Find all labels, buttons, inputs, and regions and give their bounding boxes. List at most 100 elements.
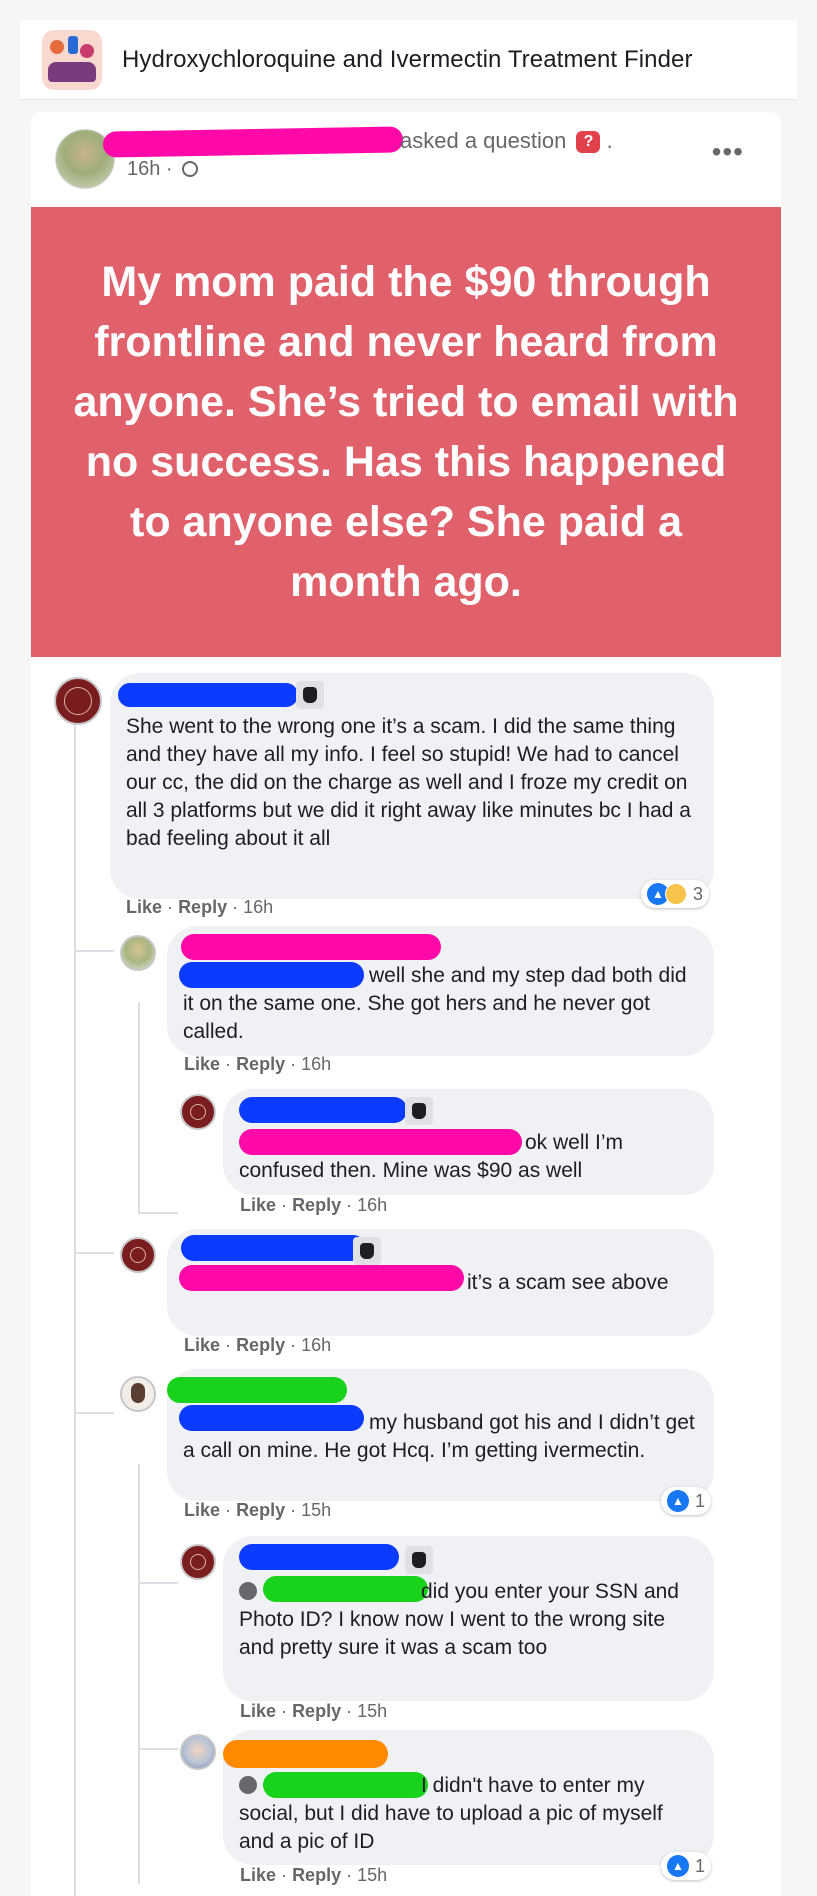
reply-button[interactable]: Reply — [292, 1195, 341, 1215]
redaction-mark — [181, 1235, 366, 1261]
question-icon: ? — [576, 131, 601, 153]
comment-time[interactable]: 16h — [243, 897, 273, 917]
thread-line — [74, 724, 76, 1896]
more-options-icon[interactable]: ••• — [712, 136, 744, 168]
like-button[interactable]: Like — [126, 897, 162, 917]
comment-bubble: She went to the wrong one it’s a scam. I… — [110, 673, 714, 899]
group-header[interactable]: Hydroxychloroquine and Ivermectin Treatm… — [20, 20, 797, 100]
wave-icon — [405, 1097, 433, 1125]
commenter-avatar[interactable] — [120, 935, 156, 971]
comment-actions: Like · Reply · 16h — [184, 1054, 331, 1075]
reply-button[interactable]: Reply — [236, 1500, 285, 1520]
commenter-avatar[interactable] — [180, 1544, 216, 1580]
redaction-mark — [102, 126, 404, 158]
group-icon[interactable] — [42, 29, 102, 90]
separator: · — [232, 897, 239, 917]
redaction-mark — [118, 683, 298, 707]
commenter-avatar[interactable] — [180, 1734, 216, 1770]
reply-button[interactable]: Reply — [178, 897, 227, 917]
comment-actions: Like · Reply · 16h — [126, 897, 273, 918]
like-reaction-icon: ▲ — [667, 1490, 689, 1512]
like-button[interactable]: Like — [240, 1865, 276, 1885]
comment-bubble: it’s a scam see above — [167, 1229, 714, 1336]
like-button[interactable]: Like — [184, 1500, 220, 1520]
separator: · — [346, 1701, 353, 1721]
separator: · — [281, 1195, 288, 1215]
reaction-number: 1 — [695, 1490, 706, 1511]
comment-actions: Like · Reply · 15h — [240, 1865, 387, 1886]
thread-line — [138, 1464, 140, 1884]
comment-text: it’s a scam see above — [467, 1271, 669, 1294]
meta-dot: . — [606, 128, 613, 153]
reply-button[interactable]: Reply — [236, 1335, 285, 1355]
thread-line — [138, 1002, 140, 1212]
comment-bubble: I didn't have to enter my social, but I … — [223, 1730, 714, 1865]
comment-actions: Like · Reply · 15h — [184, 1500, 331, 1521]
comment-actions: Like · Reply · 16h — [240, 1195, 387, 1216]
redaction-mark — [181, 934, 441, 960]
reaction-number: 1 — [695, 1855, 706, 1876]
separator: · — [346, 1865, 353, 1885]
separator: · — [346, 1195, 353, 1215]
post-header: asked a question ? . 16h · ••• — [31, 112, 781, 207]
thread-line — [138, 1582, 178, 1584]
separator: · — [225, 1335, 232, 1355]
post-meta-text: asked a question — [400, 128, 567, 153]
reply-button[interactable]: Reply — [236, 1054, 285, 1074]
wave-icon — [405, 1546, 433, 1574]
post-banner: My mom paid the $90 through frontline an… — [31, 207, 781, 657]
commenter-avatar[interactable] — [54, 677, 102, 725]
like-reaction-icon: ▲ — [667, 1855, 689, 1877]
reaction-count[interactable]: ▲ 3 — [641, 880, 710, 908]
comment-time[interactable]: 15h — [357, 1701, 387, 1721]
comment-text: well she and my step dad both did it on … — [183, 964, 687, 1043]
like-button[interactable]: Like — [240, 1195, 276, 1215]
separator: · — [281, 1865, 288, 1885]
thread-line — [74, 1252, 114, 1254]
comment-text: She went to the wrong one it’s a scam. I… — [126, 715, 691, 850]
comment-actions: Like · Reply · 15h — [240, 1701, 387, 1722]
like-button[interactable]: Like — [184, 1335, 220, 1355]
commenter-avatar[interactable] — [120, 1237, 156, 1273]
wave-icon — [353, 1237, 381, 1265]
screen: Hydroxychloroquine and Ivermectin Treatm… — [0, 0, 817, 1896]
separator: · — [290, 1054, 297, 1074]
comment-text: I didn't have to enter my social, but I … — [239, 1772, 698, 1856]
redaction-mark — [239, 1097, 407, 1123]
reply-button[interactable]: Reply — [292, 1865, 341, 1885]
comment-time[interactable]: 15h — [357, 1865, 387, 1885]
thread-line — [74, 1412, 114, 1414]
wave-icon — [296, 681, 324, 709]
separator: · — [290, 1335, 297, 1355]
commenter-avatar[interactable] — [120, 1376, 156, 1412]
reply-button[interactable]: Reply — [292, 1701, 341, 1721]
reaction-number: 3 — [693, 883, 704, 904]
post-time[interactable]: 16h · — [127, 158, 199, 181]
like-button[interactable]: Like — [184, 1054, 220, 1074]
separator: · — [290, 1500, 297, 1520]
reaction-count[interactable]: ▲ 1 — [661, 1487, 712, 1515]
verified-icon — [239, 1582, 257, 1600]
commenter-avatar[interactable] — [180, 1094, 216, 1130]
comment-time[interactable]: 16h — [301, 1335, 331, 1355]
separator: · — [167, 897, 174, 917]
redaction-mark — [223, 1740, 388, 1768]
audience-icon — [182, 161, 199, 177]
comment-time[interactable]: 15h — [301, 1500, 331, 1520]
separator: · — [225, 1054, 232, 1074]
comment-text: my husband got his and I didn’t get a ca… — [183, 1411, 695, 1462]
verified-icon — [239, 1776, 257, 1794]
redaction-mark — [239, 1544, 399, 1570]
reaction-count[interactable]: ▲ 1 — [661, 1852, 712, 1880]
post-body: My mom paid the $90 through frontline an… — [73, 258, 739, 606]
comment-text-body: did you enter your SSN and Photo ID? I k… — [239, 1580, 679, 1659]
comment-time[interactable]: 16h — [357, 1195, 387, 1215]
like-button[interactable]: Like — [240, 1701, 276, 1721]
separator: · — [281, 1701, 288, 1721]
separator: · — [225, 1500, 232, 1520]
comment-time[interactable]: 16h — [301, 1054, 331, 1074]
comment-bubble: did you enter your SSN and Photo ID? I k… — [223, 1536, 714, 1701]
thread-line — [138, 1212, 178, 1214]
post-time-text: 16h · — [127, 158, 173, 180]
group-title[interactable]: Hydroxychloroquine and Ivermectin Treatm… — [122, 46, 693, 74]
